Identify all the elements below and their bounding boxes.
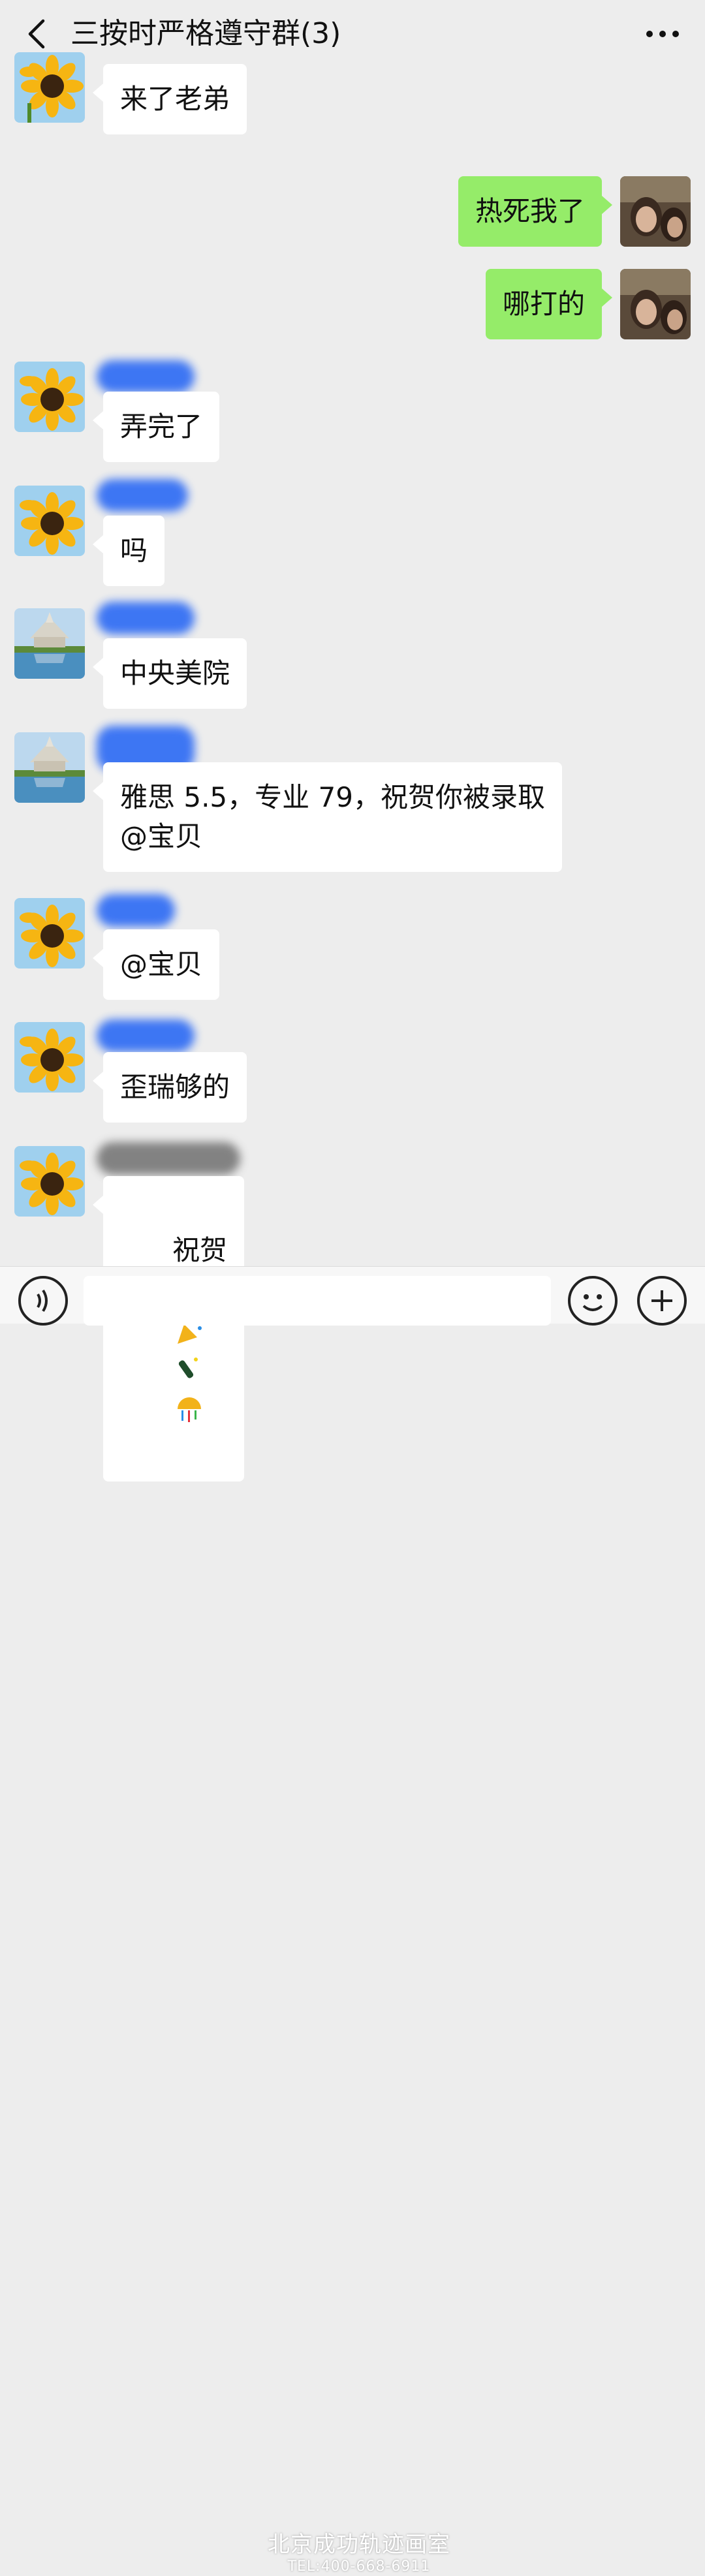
message-bubble[interactable]: 来了老弟 [92, 64, 247, 134]
emoji-button[interactable] [568, 1276, 618, 1326]
sender-name-redacted [97, 602, 195, 634]
avatar[interactable] [14, 608, 85, 679]
message-bubble[interactable]: 祝贺 [92, 1176, 245, 1482]
avatar[interactable] [620, 176, 691, 247]
message-bubble[interactable]: 雅思 5.5，专业 79，祝贺你被录取 @宝贝 [93, 762, 562, 872]
champagne-icon [178, 1357, 198, 1378]
girl-photo-avatar-icon [620, 269, 691, 339]
add-button[interactable] [637, 1276, 687, 1326]
message-bubble[interactable]: 吗 [92, 516, 165, 586]
sender-name-redacted [97, 479, 188, 512]
girl-photo-avatar-icon [620, 176, 691, 247]
message-input[interactable] [84, 1276, 551, 1326]
watermark-line2: TEL:400-668-6911 [287, 2558, 431, 2575]
avatar[interactable] [14, 1022, 85, 1093]
sunflower-avatar-icon [14, 1022, 85, 1093]
avatar[interactable] [14, 1146, 85, 1217]
avatar[interactable] [14, 486, 85, 556]
confetti-ball-icon [178, 1397, 202, 1422]
sunflower-avatar-icon [14, 52, 85, 123]
message-text: 祝贺 [172, 1234, 228, 1266]
sunflower-avatar-icon [14, 898, 85, 969]
message-bubble[interactable]: 歪瑞够的 [92, 1052, 247, 1123]
watermark: 北京成功轨迹画室 TEL:400-668-6911 [268, 2532, 450, 2576]
sender-name-redacted [97, 1019, 195, 1052]
message-bubble[interactable]: 哪打的 [485, 269, 613, 339]
temple-avatar-icon [14, 732, 85, 803]
avatar[interactable] [620, 269, 691, 339]
avatar[interactable] [14, 362, 85, 432]
avatar[interactable] [14, 898, 85, 969]
sunflower-avatar-icon [14, 1146, 85, 1217]
add-icon [651, 1290, 672, 1311]
voice-icon [37, 1289, 48, 1312]
message-bubble[interactable]: 弄完了 [92, 392, 220, 462]
avatar[interactable] [14, 52, 85, 123]
sunflower-avatar-icon [14, 362, 85, 432]
message-list[interactable]: 来了老弟 热死我了 哪打的 弄完了 吗 中央美院 雅思 5.5，专业 79，祝贺… [0, 0, 705, 1482]
watermark-line1: 北京成功轨迹画室 [268, 2532, 450, 2558]
sender-name-redacted [97, 1142, 240, 1175]
input-bar: 北京成功轨迹画室 TEL:400-668-6911 [0, 1266, 705, 2575]
emoji-icon [582, 1294, 603, 1311]
sender-name-redacted [97, 360, 195, 393]
voice-button[interactable] [18, 1276, 68, 1326]
message-bubble[interactable]: 中央美院 [92, 638, 247, 709]
message-bubble[interactable]: 热死我了 [458, 176, 613, 247]
temple-avatar-icon [14, 608, 85, 679]
sunflower-avatar-icon [14, 486, 85, 556]
message-bubble[interactable]: @宝贝 [92, 929, 220, 1000]
avatar[interactable] [14, 732, 85, 803]
sender-name-redacted [97, 894, 175, 927]
